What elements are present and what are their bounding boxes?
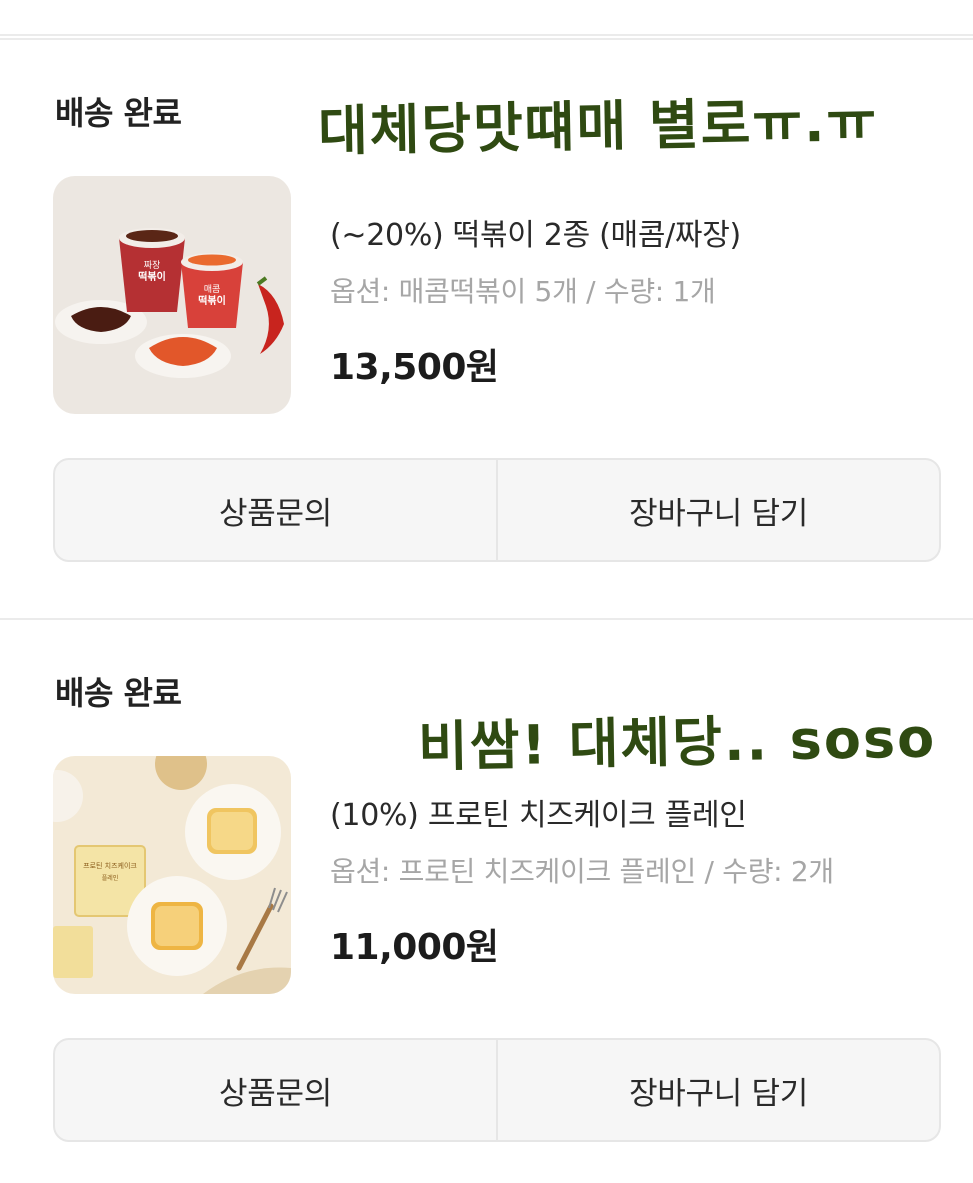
delivery-status: 배송 완료: [55, 674, 182, 712]
product-name[interactable]: (10%) 프로틴 치즈케이크 플레인: [330, 790, 747, 834]
cheesecake-photo-icon: 프로틴 치즈케이크 플레인: [53, 756, 291, 994]
product-name[interactable]: (~20%) 떡볶이 2종 (매콤/짜장): [330, 210, 741, 254]
action-buttons: 상품문의 장바구니 담기: [53, 458, 941, 562]
top-strip: [0, 0, 973, 36]
product-inquiry-button[interactable]: 상품문의: [55, 1040, 496, 1140]
product-image[interactable]: 짜장 떡볶이 매콤 떡볶이: [53, 176, 291, 414]
product-option: 옵션: 매콤떡볶이 5개 / 수량: 1개: [330, 275, 716, 308]
package-label-2: 플레인: [102, 874, 119, 882]
product-inquiry-button[interactable]: 상품문의: [55, 460, 496, 560]
handwritten-note: 비쌈! 대체당.. soso: [417, 706, 937, 779]
divider: [0, 38, 973, 40]
tteokbokki-photo-icon: 짜장 떡볶이 매콤 떡볶이: [53, 176, 291, 414]
cup-label-2: 떡볶이: [138, 270, 166, 283]
cup-label-4: 떡볶이: [198, 294, 226, 307]
action-buttons: 상품문의 장바구니 담기: [53, 1038, 941, 1142]
product-option: 옵션: 프로틴 치즈케이크 플레인 / 수량: 2개: [330, 855, 834, 888]
product-image[interactable]: 프로틴 치즈케이크 플레인: [53, 756, 291, 994]
cup-label-1: 짜장: [144, 260, 161, 271]
package-label-1: 프로틴 치즈케이크: [83, 861, 137, 870]
delivery-status: 배송 완료: [55, 94, 182, 132]
order-card: 배송 완료 대체당맛떄매 별로ㅠ.ㅠ 짜장 떡볶이 매콤 떡볶이 (~20%) …: [0, 38, 973, 618]
product-price: 11,000원: [330, 927, 499, 968]
add-to-cart-button[interactable]: 장바구니 담기: [496, 1040, 939, 1140]
divider: [0, 618, 973, 620]
order-card: 배송 완료 비쌈! 대체당.. soso 프로틴 치즈케이크 플레인 (10%)…: [0, 618, 973, 1183]
handwritten-note: 대체당맛떄매 별로ㅠ.ㅠ: [317, 90, 879, 163]
add-to-cart-button[interactable]: 장바구니 담기: [496, 460, 939, 560]
cup-label-3: 매콤: [204, 284, 221, 295]
product-price: 13,500원: [330, 347, 499, 388]
